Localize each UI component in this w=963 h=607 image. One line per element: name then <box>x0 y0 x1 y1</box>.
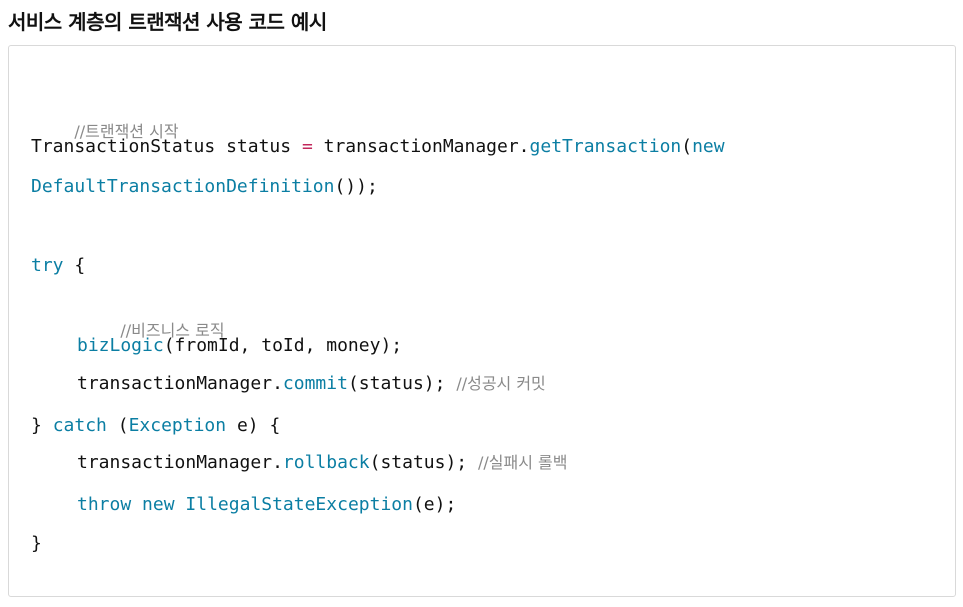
code-keyword: throw <box>77 494 132 515</box>
code-text: } <box>31 415 53 436</box>
code-text: (fromId, toId, money); <box>163 335 403 356</box>
code-line-10: throw new IllegalStateException(e); <box>77 491 456 519</box>
code-text: transactionManager. <box>77 452 283 473</box>
code-line-9: transactionManager.rollback(status); //실… <box>77 449 567 477</box>
code-class: IllegalStateException <box>185 494 413 515</box>
code-keyword: new <box>142 494 175 515</box>
code-text: { <box>63 255 86 276</box>
code-line-1: //트랜잭션 시작 <box>31 90 178 141</box>
code-method: commit <box>282 373 348 394</box>
code-text: ()); <box>334 176 378 197</box>
code-class: DefaultTransactionDefinition <box>31 176 335 197</box>
code-line-7: transactionManager.commit(status); //성공시… <box>77 370 546 398</box>
code-keyword: new <box>692 136 725 157</box>
code-line-6: bizLogic(fromId, toId, money); <box>77 332 402 360</box>
code-line-3: DefaultTransactionDefinition()); <box>31 173 378 201</box>
code-method: bizLogic <box>77 335 164 356</box>
code-line-8: } catch (Exception e) { <box>31 412 280 440</box>
code-operator: = <box>301 136 313 157</box>
code-line-2: TransactionStatus status = transactionMa… <box>31 133 725 161</box>
code-text: transactionManager. <box>77 373 283 394</box>
code-line-5: //비즈니스 로직 <box>77 289 224 340</box>
code-text: (status); <box>369 452 478 473</box>
code-comment: //성공시 커밋 <box>456 374 546 393</box>
code-line-11: } <box>31 530 42 558</box>
code-text: ( <box>681 136 693 157</box>
code-method: getTransaction <box>529 136 682 157</box>
code-text: ( <box>106 415 129 436</box>
code-block: //트랜잭션 시작 TransactionStatus status = tra… <box>8 45 956 597</box>
code-text: transactionManager. <box>312 136 530 157</box>
code-text: (e); <box>412 494 457 515</box>
code-method: rollback <box>282 452 370 473</box>
code-keyword: try <box>31 255 64 276</box>
code-text: TransactionStatus status <box>31 136 302 157</box>
code-text: } <box>31 533 42 554</box>
code-comment: //실패시 롤백 <box>477 453 568 472</box>
code-class: Exception <box>128 415 227 436</box>
code-text: (status); <box>347 373 457 394</box>
code-line-4: try { <box>31 252 85 280</box>
page-title: 서비스 계층의 트랜잭션 사용 코드 예시 <box>8 10 327 34</box>
code-text: e) { <box>226 415 281 436</box>
code-keyword: catch <box>52 415 107 436</box>
